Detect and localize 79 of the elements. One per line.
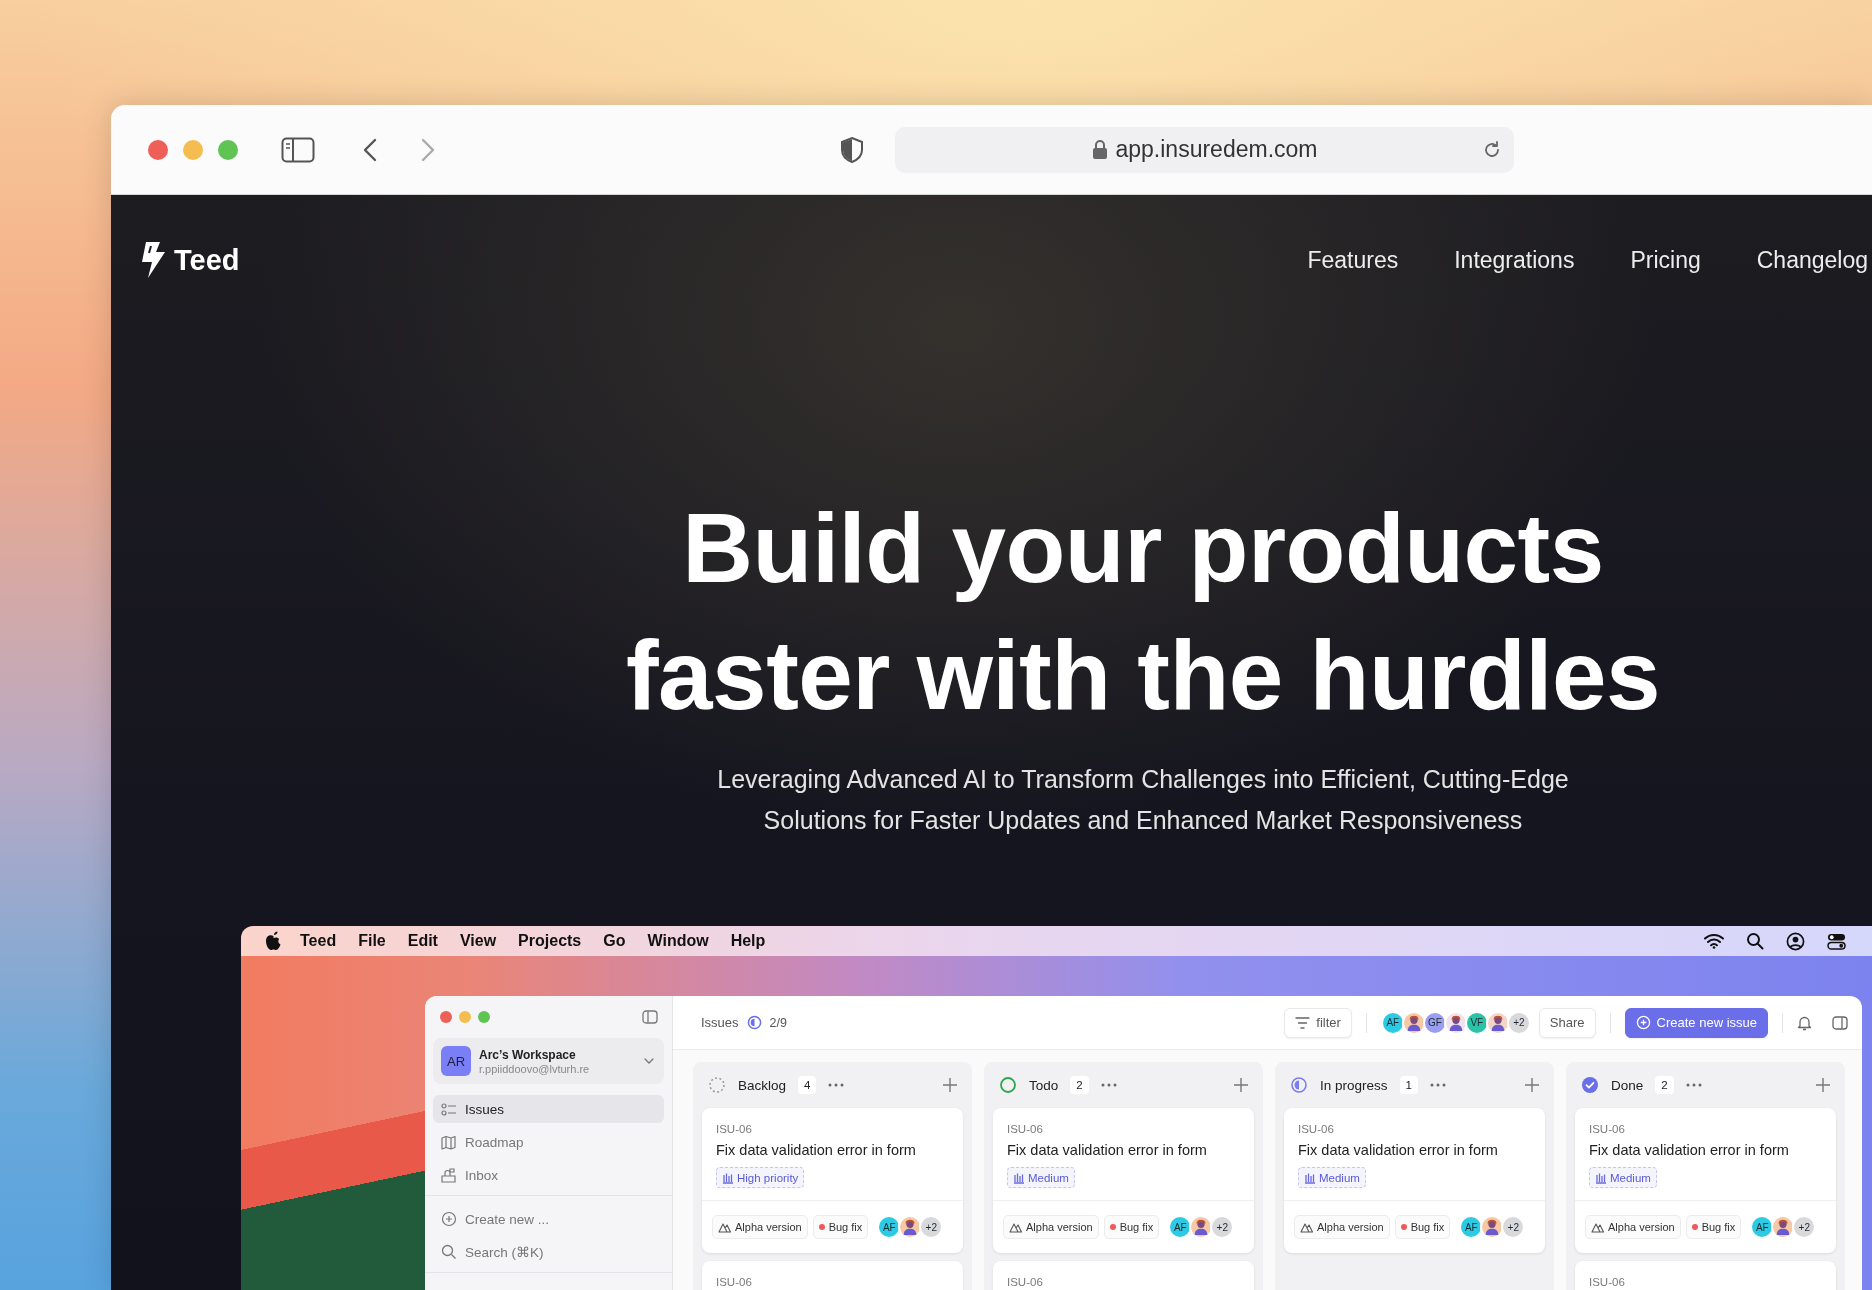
- count-badge: 2: [1070, 1076, 1089, 1094]
- issue-title: Fix data validation error in form: [1298, 1141, 1499, 1159]
- more-count: +2: [919, 1215, 944, 1239]
- more-count: +2: [1210, 1215, 1235, 1239]
- workspace-switcher[interactable]: AR Arc’s Workspace r.ppiiddoovo@lvturh.re: [433, 1038, 664, 1084]
- priority-text: High priority: [737, 1171, 799, 1184]
- menu-item[interactable]: View: [459, 932, 497, 950]
- label-text: Bug fix: [1701, 1221, 1736, 1233]
- column-title: Done: [1611, 1077, 1644, 1093]
- menu-item[interactable]: Go: [603, 932, 626, 950]
- menu-item[interactable]: File: [358, 932, 386, 950]
- sidebar-label: Issues: [465, 1101, 505, 1117]
- workspace-name: Arc’s Workspace: [479, 1047, 577, 1062]
- issue-id: ISU-06: [1007, 1122, 1044, 1136]
- address-bar[interactable]: app.insuredem.com: [895, 126, 1514, 173]
- workspace-email: r.ppiiddoovo@lvturh.re: [479, 1062, 590, 1075]
- column-title: Todo: [1029, 1077, 1059, 1093]
- avatar: AF: [1750, 1215, 1775, 1239]
- more-count: +2: [1792, 1215, 1817, 1239]
- column-title: In progress: [1320, 1077, 1388, 1093]
- sidebar-item[interactable]: Roadmap: [433, 1128, 664, 1156]
- label-text: Bug fix: [828, 1221, 863, 1233]
- issue-id: ISU-06: [1589, 1275, 1626, 1289]
- sidebar-label: Create new ...: [465, 1211, 550, 1227]
- nav-link[interactable]: Integrations: [1454, 246, 1575, 274]
- hero-heading: Build your products faster with the hurdles: [625, 492, 1661, 732]
- issue-id: ISU-06: [1298, 1122, 1335, 1136]
- sidebar-label: Inbox: [465, 1167, 499, 1183]
- issue-id: ISU-06: [716, 1122, 753, 1136]
- menu-item[interactable]: Edit: [407, 932, 438, 950]
- progress-count: 2/9: [769, 1015, 787, 1030]
- count-badge: 2: [1655, 1076, 1674, 1094]
- issue-id: ISU-06: [716, 1275, 753, 1289]
- priority-text: Medium: [1319, 1171, 1360, 1184]
- issue-id: ISU-06: [1007, 1275, 1044, 1289]
- milestone-text: Alpha version: [735, 1221, 802, 1233]
- page-title: Issues: [701, 1015, 739, 1030]
- sidebar-item[interactable]: Inbox: [433, 1161, 664, 1189]
- milestone-text: Alpha version: [1608, 1221, 1675, 1233]
- avatar: AF: [1168, 1215, 1193, 1239]
- priority-text: Medium: [1028, 1171, 1069, 1184]
- create-issue-button[interactable]: Create new issue: [1624, 1007, 1768, 1038]
- url-text: app.insuredem.com: [1115, 136, 1318, 163]
- label-text: Bug fix: [1119, 1221, 1154, 1233]
- count-badge: 4: [798, 1076, 817, 1094]
- avatar: AF: [877, 1215, 902, 1239]
- milestone-text: Alpha version: [1026, 1221, 1093, 1233]
- menu-item[interactable]: Help: [730, 932, 766, 950]
- avatar: AF: [1380, 1010, 1405, 1035]
- nav-link[interactable]: Changelog: [1756, 246, 1868, 274]
- menu-item[interactable]: Window: [647, 932, 709, 950]
- avatar: VF: [1464, 1010, 1489, 1035]
- menu-item[interactable]: Projects: [518, 932, 582, 950]
- brand-name: Teed: [174, 243, 240, 277]
- menu-item[interactable]: Teed: [300, 932, 337, 950]
- issue-title: Fix data validation error in form: [1589, 1141, 1790, 1159]
- avatar: AF: [1459, 1215, 1484, 1239]
- label-text: Bug fix: [1410, 1221, 1445, 1233]
- issue-id: ISU-06: [1589, 1122, 1626, 1136]
- nav-link[interactable]: Features: [1307, 246, 1399, 274]
- sidebar-label: Roadmap: [465, 1134, 524, 1150]
- sidebar-label: Search (⌘K): [465, 1244, 544, 1260]
- count-badge: 1: [1399, 1076, 1418, 1094]
- column-title: Backlog: [738, 1077, 787, 1093]
- avatar: GF: [1422, 1010, 1447, 1035]
- share-button[interactable]: Share: [1538, 1007, 1596, 1038]
- more-count: +2: [1501, 1215, 1526, 1239]
- sidebar-item[interactable]: Create new ...: [433, 1205, 664, 1233]
- issue-title: Fix data validation error in form: [716, 1141, 917, 1159]
- issue-title: Fix data validation error in form: [1007, 1141, 1208, 1159]
- sidebar-item[interactable]: Issues: [433, 1095, 664, 1123]
- filter-button[interactable]: filter: [1284, 1007, 1352, 1038]
- hero-subtitle: Leveraging Advanced AI to Transform Challenges into Efficient, Cutting-Edge Solutions for Faster Updates and Enhanced Market Responsiveness: [716, 764, 1570, 836]
- nav-link[interactable]: Pricing: [1630, 246, 1701, 274]
- more-count: +2: [1506, 1010, 1531, 1035]
- milestone-text: Alpha version: [1317, 1221, 1384, 1233]
- sidebar-item[interactable]: Search (⌘K): [433, 1238, 664, 1266]
- priority-text: Medium: [1610, 1171, 1651, 1184]
- workspace-avatar: AR: [441, 1046, 471, 1076]
